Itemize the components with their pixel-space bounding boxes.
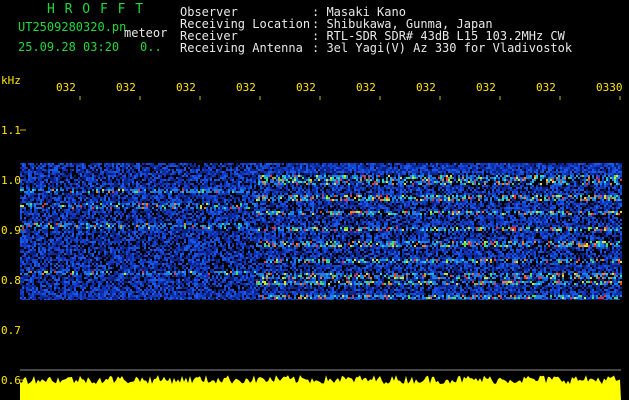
- x-tick-5: 032: [296, 81, 316, 94]
- y-tick-0-6: 0.6: [1, 374, 21, 387]
- y-tick-0-8: 0.8: [1, 274, 21, 287]
- y-unit-label: kHz: [1, 74, 21, 87]
- x-tick-10: 0330: [596, 81, 623, 94]
- x-tick-7: 032: [416, 81, 436, 94]
- x-tick-9: 032: [536, 81, 556, 94]
- y-tick-0-7: 0.7: [1, 324, 21, 337]
- y-tick-1-1: 1.1: [1, 124, 21, 137]
- x-tick-6: 032: [356, 81, 376, 94]
- x-tick-2: 032: [116, 81, 136, 94]
- x-tick-8: 032: [476, 81, 496, 94]
- y-tick-1-0: 1.0: [1, 174, 21, 187]
- x-tick-1: 032: [56, 81, 76, 94]
- y-tick-0-9: 0.9: [1, 224, 21, 237]
- spectrogram: [20, 96, 622, 400]
- x-tick-4: 032: [236, 81, 256, 94]
- x-tick-3: 032: [176, 81, 196, 94]
